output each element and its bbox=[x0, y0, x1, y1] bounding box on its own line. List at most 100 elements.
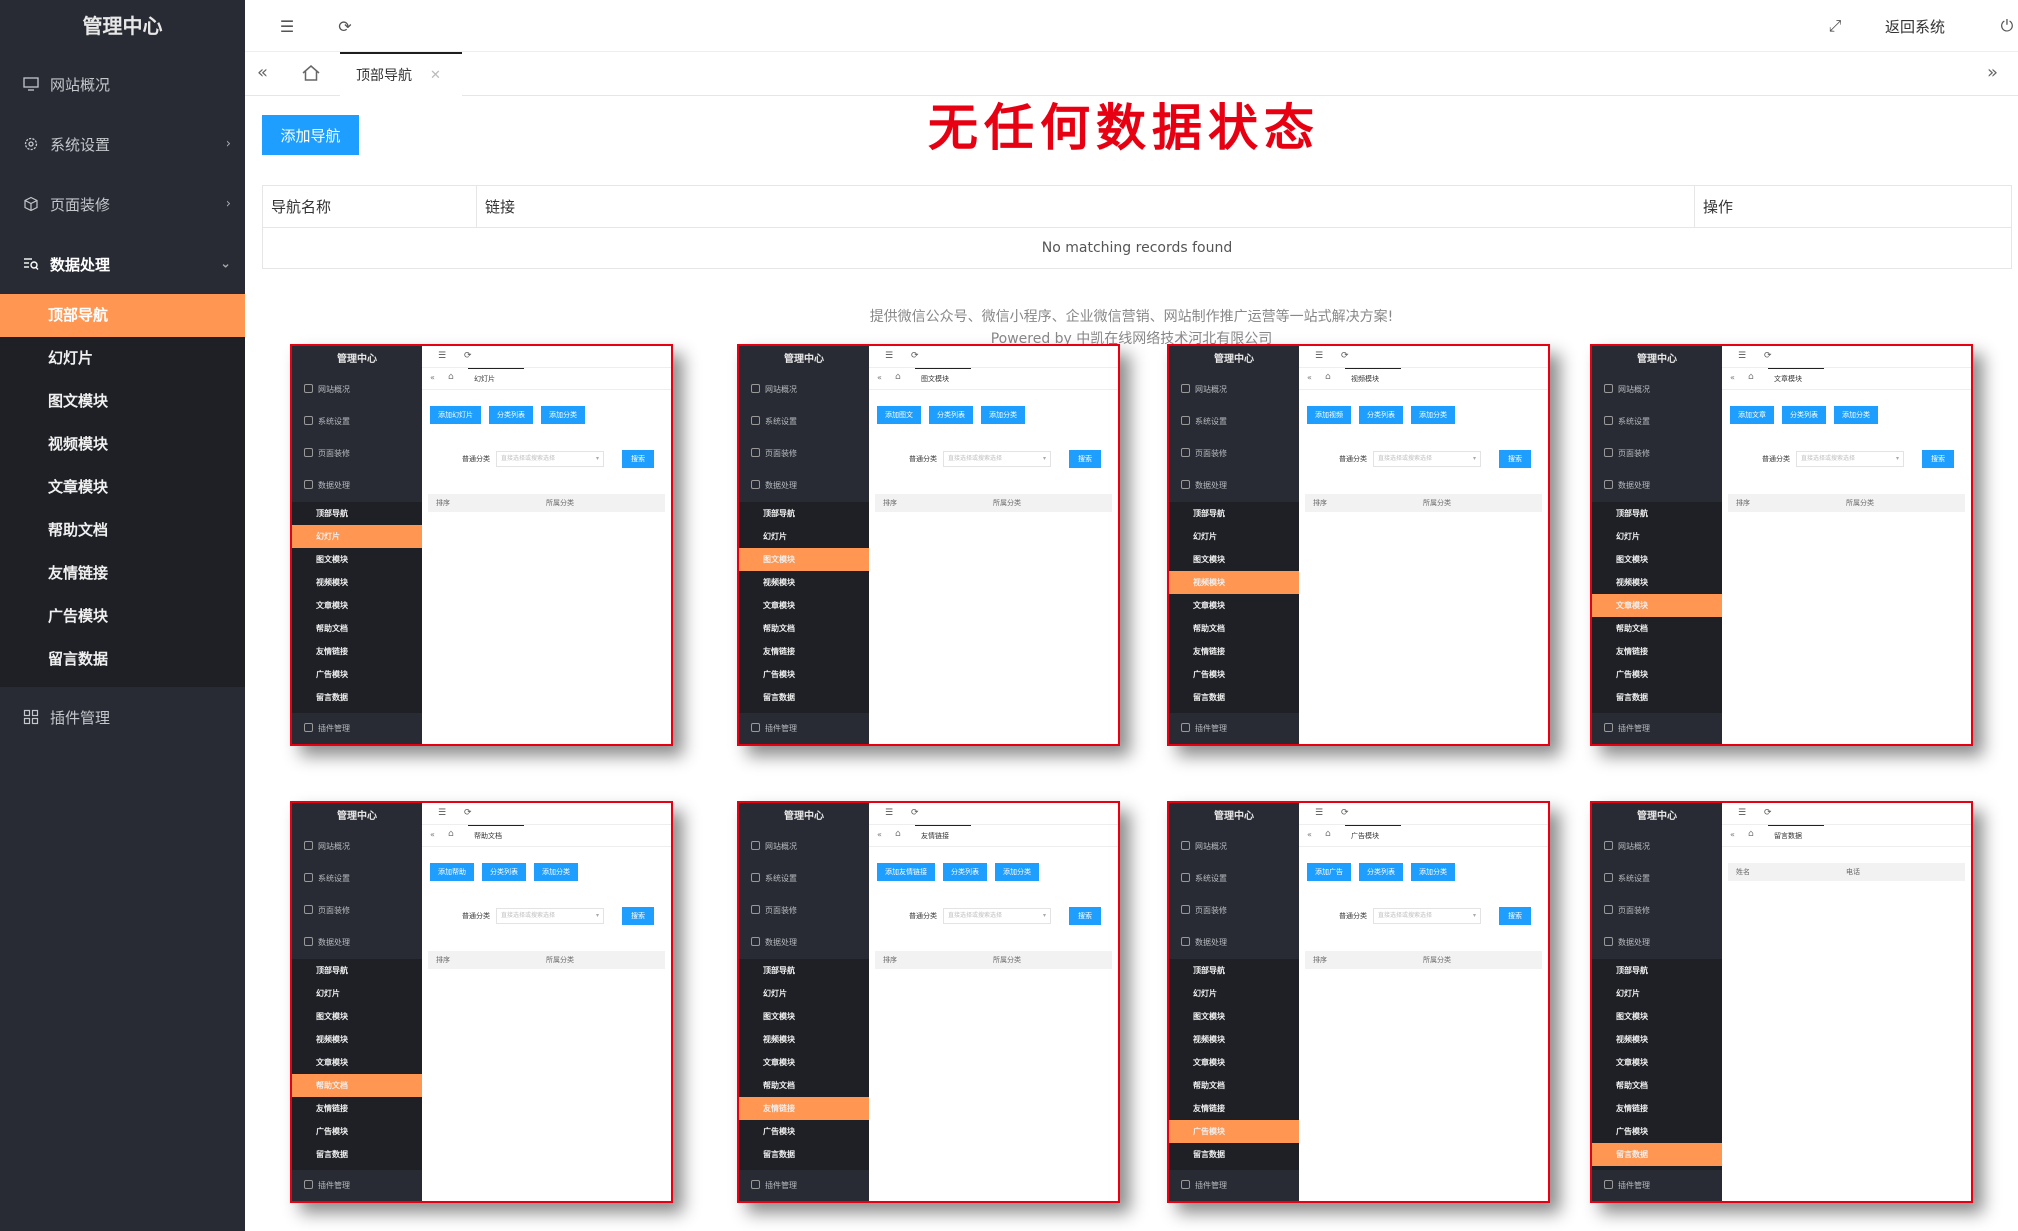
close-icon[interactable]: ✕ bbox=[430, 68, 441, 83]
sidebar-item-label: 页面装修 bbox=[50, 195, 111, 214]
column-header[interactable]: 链接 bbox=[477, 186, 1695, 227]
refresh-icon: ⟳ bbox=[911, 808, 919, 818]
sidebar-subitem-video[interactable]: 视频模块 bbox=[0, 423, 245, 466]
mini-search-button: 搜索 bbox=[622, 450, 654, 468]
mini-submenu-item: 视频模块 bbox=[316, 578, 348, 587]
mini-tab: 广告模块 bbox=[1345, 825, 1401, 847]
mini-submenu-item: 幻灯片 bbox=[292, 525, 422, 548]
mini-button: 添加分类 bbox=[1411, 406, 1455, 424]
mini-column-header: 排序 bbox=[1313, 499, 1327, 507]
sidebar-item-label: 系统设置 bbox=[50, 135, 111, 154]
sidebar-subitem-links[interactable]: 友情链接 bbox=[0, 552, 245, 595]
mini-submenu-item: 顶部导航 bbox=[1616, 966, 1648, 975]
mini-tabbar: « ⌂ 友情链接 bbox=[869, 825, 1118, 847]
refresh-icon: ⟳ bbox=[1341, 808, 1349, 818]
add-nav-button[interactable]: 添加导航 bbox=[262, 115, 359, 155]
sidebar-subitem-image-text[interactable]: 图文模块 bbox=[0, 380, 245, 423]
mini-column-header: 排序 bbox=[883, 499, 897, 507]
mini-submenu-item: 帮助文档 bbox=[1193, 1081, 1225, 1090]
tab-top-nav[interactable]: 顶部导航 ✕ bbox=[340, 52, 462, 96]
sidebar-subitem-slides[interactable]: 幻灯片 bbox=[0, 337, 245, 380]
sidebar-item-settings[interactable]: 系统设置 › bbox=[0, 114, 245, 174]
sidebar-item-data[interactable]: 数据处理 ⌄ bbox=[0, 234, 245, 294]
mini-column-header: 所属分类 bbox=[993, 499, 1021, 507]
home-icon[interactable] bbox=[301, 63, 321, 87]
home-icon: ⌂ bbox=[1748, 372, 1754, 382]
mini-sidebar-item: 网站概况 bbox=[292, 374, 422, 406]
mini-tab: 图文模块 bbox=[915, 368, 971, 390]
double-chevron-left-icon[interactable]: « bbox=[257, 62, 268, 83]
mini-sidebar-item: 插件管理 bbox=[739, 713, 869, 744]
mini-sidebar-item: 网站概况 bbox=[739, 831, 869, 863]
fullscreen-icon[interactable]: ⤢ bbox=[1823, 14, 1847, 38]
mini-main: ☰⟳«⌂幻灯片添加幻灯片分类列表添加分类普通分类直接选择或搜索选择搜索排序所属分… bbox=[422, 346, 671, 744]
mini-main: ☰⟳«⌂帮助文档添加帮助分类列表添加分类普通分类直接选择或搜索选择搜索排序所属分… bbox=[422, 803, 671, 1201]
menu-toggle-icon[interactable]: ☰ bbox=[275, 14, 299, 38]
sidebar-item-page-design[interactable]: 页面装修 › bbox=[0, 174, 245, 234]
mini-submenu-item: 视频模块 bbox=[1616, 578, 1648, 587]
sidebar-item-plugins[interactable]: 插件管理 bbox=[0, 687, 245, 747]
mini-tabbar: « ⌂ 图文模块 bbox=[869, 368, 1118, 390]
mini-column-header: 姓名 bbox=[1736, 868, 1750, 876]
mini-button: 添加友情链接 bbox=[877, 863, 935, 881]
mini-main: ☰⟳«⌂图文模块添加图文分类列表添加分类普通分类直接选择或搜索选择搜索排序所属分… bbox=[869, 346, 1118, 744]
mini-submenu-item: 图文模块 bbox=[316, 1012, 348, 1021]
mini-search-row: 普通分类直接选择或搜索选择 搜索 bbox=[909, 450, 1101, 468]
home-icon: ⌂ bbox=[1325, 829, 1331, 839]
mini-search-row: 普通分类直接选择或搜索选择 搜索 bbox=[909, 907, 1101, 925]
mini-topbar: ☰ ⟳ bbox=[422, 803, 671, 825]
mini-submenu-item: 图文模块 bbox=[316, 555, 348, 564]
mini-submenu-item: 图文模块 bbox=[1616, 555, 1648, 564]
mini-button: 分类列表 bbox=[943, 863, 987, 881]
column-header[interactable]: 导航名称 bbox=[263, 186, 477, 227]
mini-search-button: 搜索 bbox=[622, 907, 654, 925]
mini-submenu-item: 文章模块 bbox=[763, 1058, 795, 1067]
mini-search-button: 搜索 bbox=[1069, 907, 1101, 925]
sidebar-subitem-top-nav[interactable]: 顶部导航 bbox=[0, 294, 245, 337]
mini-sidebar-item: 网站概况 bbox=[1169, 374, 1299, 406]
mini-submenu: 顶部导航 幻灯片 图文模块 视频模块 文章模块 帮助文档 友情链接 广告模块 留言数据 bbox=[1592, 502, 1722, 713]
mini-submenu-item: 视频模块 bbox=[1193, 1035, 1225, 1044]
mini-submenu-item: 帮助文档 bbox=[1616, 1081, 1648, 1090]
mini-sidebar-item: 页面装修 bbox=[292, 895, 422, 927]
mini-search-row: 普通分类直接选择或搜索选择 搜索 bbox=[1762, 450, 1954, 468]
mini-select: 直接选择或搜索选择 bbox=[1373, 908, 1481, 924]
thumbnail-screenshot: 管理中心 网站概况 系统设置 页面装修 数据处理 顶部导航 幻灯片 图文模块 视频模块 文章模块帮… bbox=[1590, 801, 1973, 1203]
mini-button: 添加文章 bbox=[1730, 406, 1774, 424]
home-icon: ⌂ bbox=[1325, 372, 1331, 382]
return-system-link[interactable]: 返回系统 bbox=[1885, 16, 1945, 37]
mini-table-header: 排序 所属分类 bbox=[1728, 494, 1965, 512]
double-chevron-left-icon: « bbox=[430, 830, 435, 839]
mini-sidebar-item: 页面装修 bbox=[292, 438, 422, 470]
sidebar-subitem-article[interactable]: 文章模块 bbox=[0, 466, 245, 509]
sidebar-subitem-messages[interactable]: 留言数据 bbox=[0, 638, 245, 681]
mini-submenu-item: 幻灯片 bbox=[1193, 532, 1217, 541]
mini-button: 添加分类 bbox=[995, 863, 1039, 881]
mini-search-label: 普通分类 bbox=[462, 455, 490, 463]
mini-table-header: 排序 所属分类 bbox=[428, 494, 665, 512]
mini-button-row: 添加图文 分类列表 添加分类 bbox=[877, 406, 1025, 424]
mini-submenu-item: 视频模块 bbox=[316, 1035, 348, 1044]
mini-sidebar-item: 网站概况 bbox=[292, 831, 422, 863]
sidebar-subitem-ads[interactable]: 广告模块 bbox=[0, 595, 245, 638]
double-chevron-left-icon: « bbox=[1730, 373, 1735, 382]
mini-select: 直接选择或搜索选择 bbox=[943, 908, 1051, 924]
mini-submenu-item: 留言数据 bbox=[1193, 1150, 1225, 1159]
sidebar-subitem-help[interactable]: 帮助文档 bbox=[0, 509, 245, 552]
mini-button: 添加视频 bbox=[1307, 406, 1351, 424]
mini-sidebar-item: 插件管理 bbox=[1169, 1170, 1299, 1201]
mini-submenu-item: 视频模块 bbox=[1616, 1035, 1648, 1044]
mini-submenu: 顶部导航 幻灯片 图文模块 视频模块 文章模块 帮助文档 友情链接 广告模块 留言数据 bbox=[292, 959, 422, 1170]
mini-sidebar-item: 系统设置 bbox=[739, 406, 869, 438]
double-chevron-right-icon[interactable]: » bbox=[1987, 62, 1998, 83]
mini-button: 分类列表 bbox=[1359, 406, 1403, 424]
refresh-icon[interactable]: ⟳ bbox=[333, 14, 357, 38]
mini-select: 直接选择或搜索选择 bbox=[496, 908, 604, 924]
mini-topbar: ☰ ⟳ bbox=[1299, 803, 1548, 825]
mini-button: 分类列表 bbox=[482, 863, 526, 881]
mini-sidebar-item: 页面装修 bbox=[1169, 438, 1299, 470]
power-icon[interactable]: ⏻ bbox=[1995, 14, 2018, 38]
mini-sidebar-title: 管理中心 bbox=[784, 354, 824, 365]
sidebar-item-overview[interactable]: 网站概况 bbox=[0, 54, 245, 114]
mini-tabbar: « ⌂ 视频模块 bbox=[1299, 368, 1548, 390]
